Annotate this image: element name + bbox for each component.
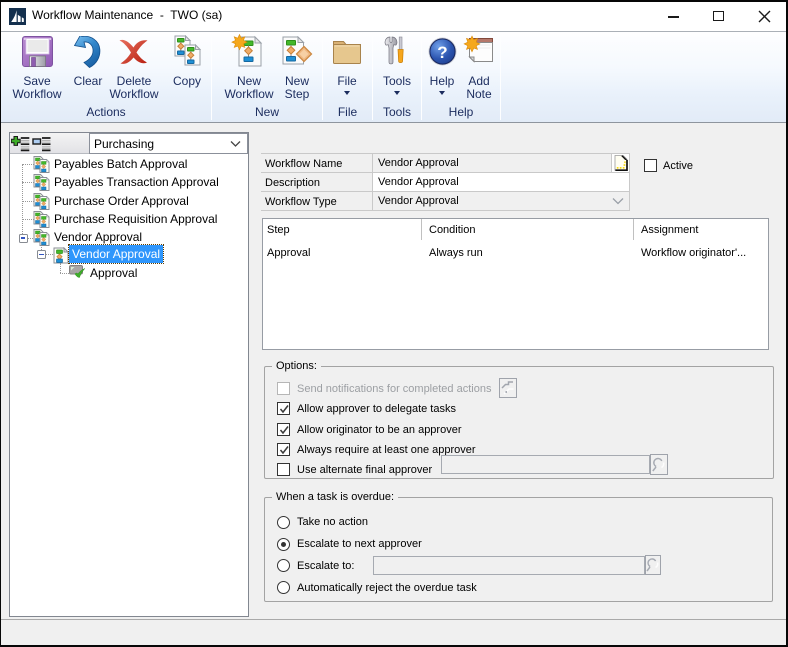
svg-text:?: ? — [437, 43, 447, 62]
